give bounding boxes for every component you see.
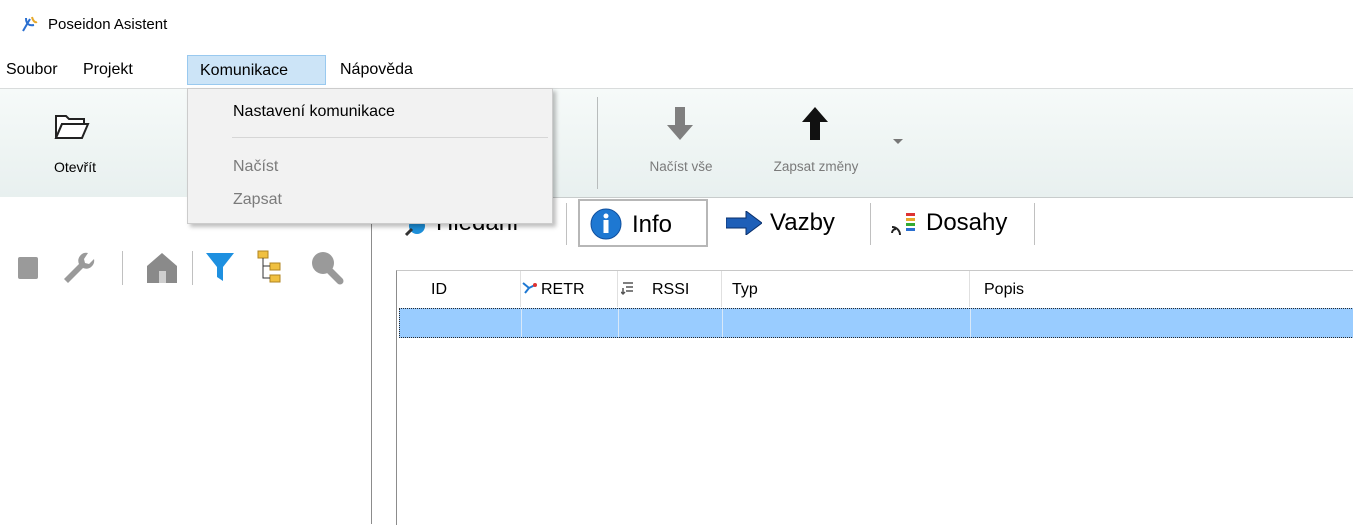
menu-item-nastaveni-komunikace[interactable]: Nastavení komunikace	[233, 103, 395, 121]
tab-info-label: Info	[632, 211, 673, 238]
table-header: ID RETR RSSI Typ Popis	[397, 271, 1353, 307]
column-header-id[interactable]: ID	[397, 271, 521, 307]
column-header-typ[interactable]: Typ	[722, 271, 970, 307]
column-header-retr[interactable]: RETR	[521, 271, 618, 307]
arrow-down-icon	[667, 107, 693, 140]
toolbar-overflow-chevron[interactable]	[890, 133, 906, 149]
chevron-down-icon	[893, 139, 903, 144]
open-label: Otevřít	[53, 159, 96, 175]
window-title: Poseidon Asistent	[48, 16, 168, 33]
read-all-label: Načíst vše	[649, 159, 713, 174]
left-toolbar-separator	[192, 251, 193, 285]
table-row[interactable]	[399, 308, 1353, 338]
info-icon	[590, 208, 622, 240]
filter-icon[interactable]	[200, 247, 240, 287]
cell-popis	[971, 309, 1353, 337]
menu-item-nacist[interactable]: Načíst	[233, 158, 278, 176]
tab-separator	[1034, 203, 1035, 245]
left-panel	[0, 197, 372, 524]
devices-table: ID RETR RSSI Typ Popis	[396, 270, 1353, 525]
tab-vazby[interactable]: Vazby	[724, 199, 858, 247]
menu-napoveda[interactable]: Nápověda	[336, 55, 417, 85]
read-all-button[interactable]: Načíst vše	[626, 97, 736, 187]
home-icon[interactable]	[142, 247, 182, 287]
retr-label: RETR	[541, 281, 585, 298]
toolbar-separator	[597, 97, 598, 189]
menu-komunikace[interactable]: Komunikace	[187, 55, 326, 85]
stop-icon[interactable]	[6, 247, 46, 287]
rssi-label: RSSI	[652, 281, 690, 298]
arrow-right-icon	[726, 211, 762, 235]
folder-open-icon	[54, 115, 90, 139]
tab-info[interactable]: Info	[578, 199, 708, 247]
column-header-rssi[interactable]: RSSI	[618, 271, 722, 307]
menu-soubor[interactable]: Soubor	[2, 55, 62, 85]
left-toolbar	[0, 247, 371, 295]
menu-projekt[interactable]: Projekt	[79, 55, 137, 85]
arrow-up-icon	[802, 107, 828, 140]
tab-separator	[870, 203, 871, 245]
menu-bar: Soubor Projekt Komunikace Nápověda	[0, 55, 1353, 87]
menu-item-zapsat[interactable]: Zapsat	[233, 191, 282, 209]
title-bar: Poseidon Asistent	[0, 0, 1353, 50]
cell-typ	[723, 309, 971, 337]
retry-icon	[522, 282, 537, 294]
write-changes-label: Zapsat změny	[773, 159, 859, 174]
menu-separator	[232, 137, 548, 138]
open-button[interactable]: Otevřít	[30, 97, 120, 187]
left-toolbar-separator	[122, 251, 123, 285]
komunikace-dropdown: Nastavení komunikace Načíst Zapsat	[187, 88, 553, 224]
wrench-icon[interactable]	[58, 247, 98, 287]
cell-retr	[522, 309, 619, 337]
signal-icon	[891, 213, 915, 236]
trident-icon	[22, 16, 38, 32]
tab-dosahy-label: Dosahy	[926, 209, 1008, 236]
column-header-popis[interactable]: Popis	[970, 271, 1353, 307]
write-changes-button[interactable]: Zapsat změny	[752, 97, 880, 187]
sort-icon	[621, 282, 633, 296]
tree-icon[interactable]	[252, 247, 292, 287]
cell-id	[400, 309, 522, 337]
tab-vazby-label: Vazby	[770, 209, 835, 236]
tab-separator	[566, 203, 567, 245]
search-icon[interactable]	[306, 247, 346, 287]
tab-dosahy[interactable]: Dosahy	[886, 199, 1036, 247]
cell-rssi	[619, 309, 723, 337]
